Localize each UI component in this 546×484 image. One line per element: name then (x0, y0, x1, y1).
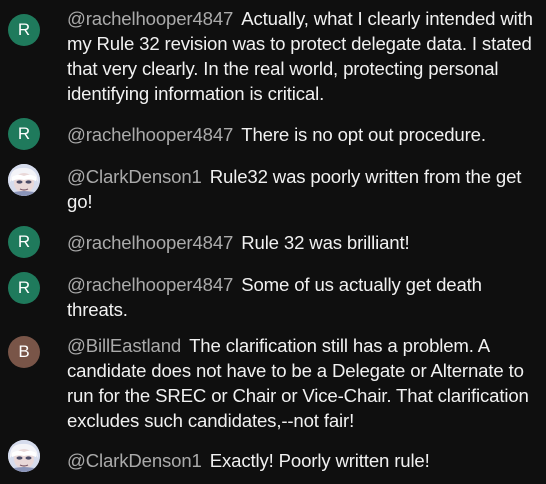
avatar[interactable] (8, 440, 40, 472)
avatar-letter: R (17, 124, 31, 143)
message-body: @rachelhooper4847 Some of us actually get… (67, 272, 533, 322)
avatar[interactable]: B (8, 336, 40, 368)
message-body: @BillEastland The clarification still has… (67, 333, 533, 433)
author-name[interactable]: @BillEastland (67, 335, 181, 356)
avatar-letter: R (17, 278, 31, 297)
avatar[interactable]: R (8, 14, 40, 46)
author-name[interactable]: @ClarkDenson1 (67, 450, 202, 471)
live-chat-feed: R @rachelhooper4847 Actually, what I clea… (0, 0, 546, 484)
author-name[interactable]: @ClarkDenson1 (67, 166, 202, 187)
avatar[interactable]: R (8, 118, 40, 150)
face-avatar-icon (8, 164, 40, 196)
message-text: Exactly! Poorly written rule! (209, 450, 430, 471)
message-body: @ClarkDenson1 Exactly! Poorly written rul… (67, 448, 533, 473)
message-body: @rachelhooper4847 Rule 32 was brilliant! (67, 230, 533, 255)
message-text: Rule 32 was brilliant! (241, 232, 410, 253)
author-name[interactable]: @rachelhooper4847 (67, 274, 233, 295)
avatar-letter: B (18, 342, 30, 361)
author-name[interactable]: @rachelhooper4847 (67, 8, 233, 29)
message-body: @rachelhooper4847 Actually, what I clearl… (67, 6, 533, 106)
face-avatar-icon (8, 440, 40, 472)
author-name[interactable]: @rachelhooper4847 (67, 232, 233, 253)
avatar[interactable] (8, 164, 40, 196)
avatar-letter: R (17, 232, 31, 251)
message-body: @ClarkDenson1 Rule32 was poorly written f… (67, 164, 533, 214)
message-body: @rachelhooper4847 There is no opt out pro… (67, 122, 533, 147)
avatar[interactable]: R (8, 226, 40, 258)
author-name[interactable]: @rachelhooper4847 (67, 124, 233, 145)
avatar-letter: R (17, 20, 31, 39)
avatar[interactable]: R (8, 272, 40, 304)
message-text: There is no opt out procedure. (241, 124, 486, 145)
